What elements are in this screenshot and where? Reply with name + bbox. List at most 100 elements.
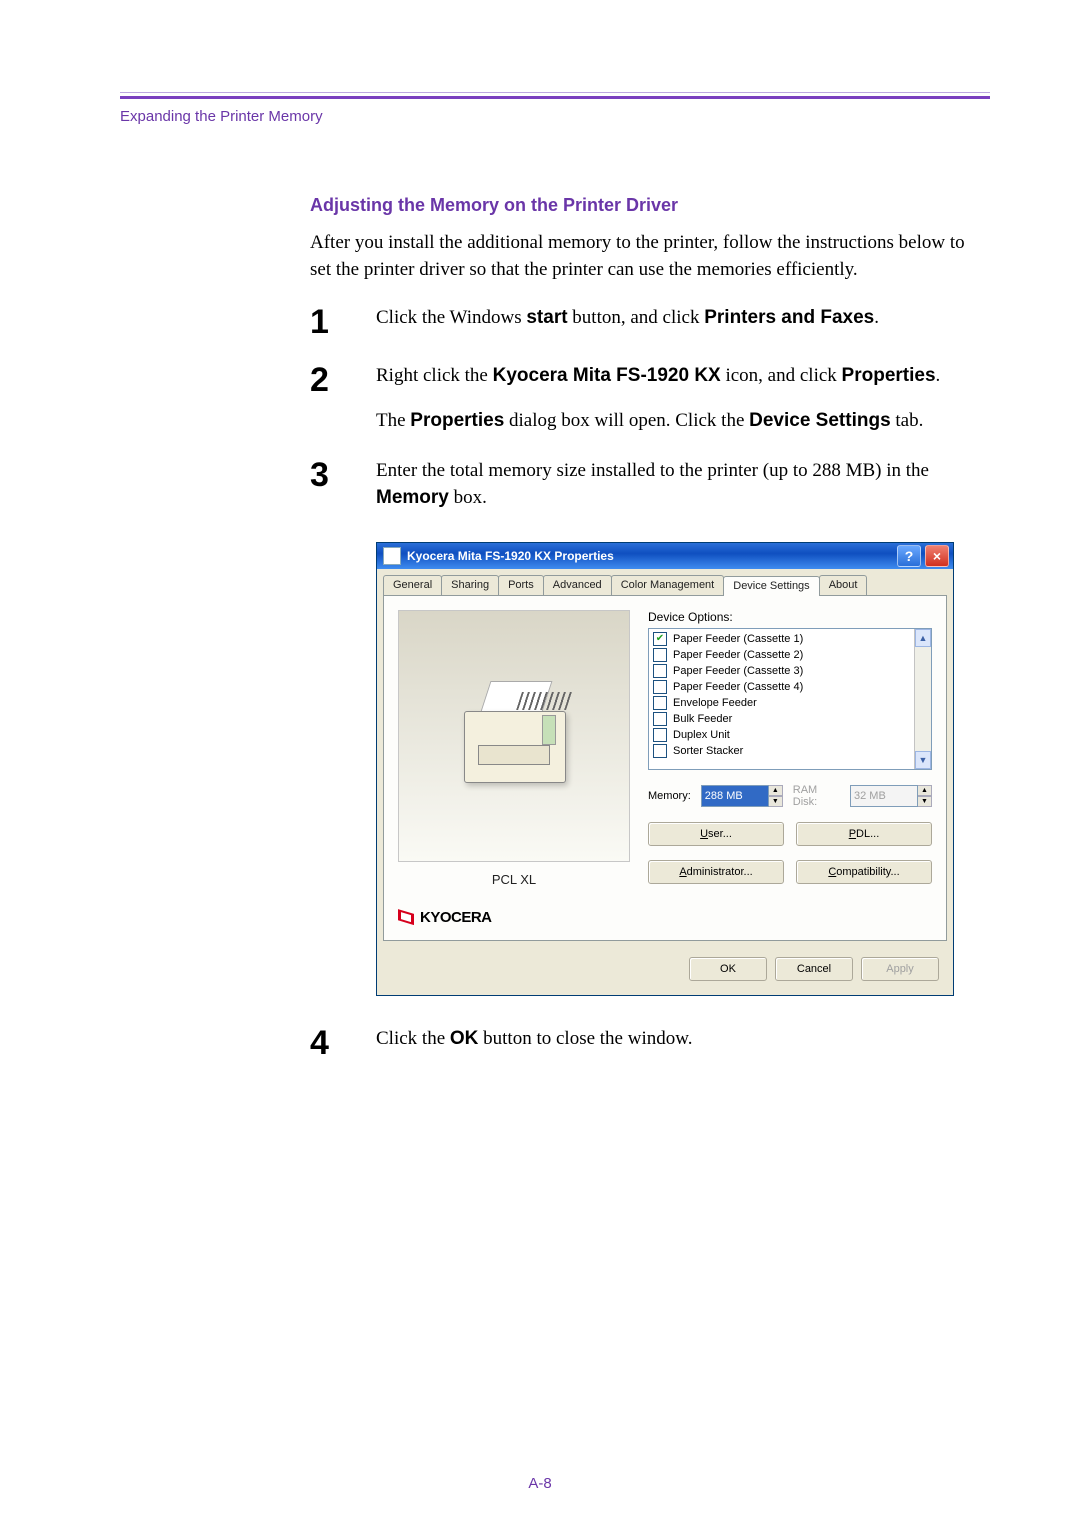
step-4-number: 4 [310, 1026, 360, 1060]
step-4-bold-ok: OK [450, 1028, 479, 1049]
scroll-down-icon[interactable]: ▼ [915, 751, 931, 769]
step-1-frag-c: button, and click [568, 307, 705, 328]
intro-paragraph: After you install the additional memory … [310, 230, 980, 283]
step-2-bold-prop: Properties [842, 365, 936, 386]
dialog-title: Kyocera Mita FS-1920 KX Properties [407, 549, 614, 563]
step-4-text: Click the OK button to close the window. [376, 1026, 980, 1053]
ok-button[interactable]: OK [689, 957, 767, 981]
step-3-frag-a: Enter the total memory size installed to… [376, 460, 929, 481]
step-1-frag-a: Click the Windows [376, 307, 526, 328]
help-button[interactable]: ? [897, 545, 921, 567]
checkbox-icon[interactable] [653, 632, 667, 646]
checkbox-icon[interactable] [653, 744, 667, 758]
spin-up-icon: ▲ [918, 785, 932, 796]
checkbox-icon[interactable] [653, 664, 667, 678]
tab-about[interactable]: About [819, 575, 868, 595]
step-2-frag-1a: Right click the [376, 365, 493, 386]
step-4-frag-c: button to close the window. [478, 1028, 692, 1049]
option-duplex-unit[interactable]: Duplex Unit [653, 727, 910, 743]
option-label: Paper Feeder (Cassette 1) [673, 633, 803, 645]
compatibility-button[interactable]: Compatibility...Compatibility... [796, 860, 932, 884]
tab-advanced[interactable]: Advanced [543, 575, 612, 595]
kyocera-logo: KYOCERA [398, 909, 630, 926]
page-number: A-8 [0, 1475, 1080, 1492]
checkbox-icon[interactable] [653, 712, 667, 726]
close-button[interactable]: × [925, 545, 949, 567]
step-3-bold-mem: Memory [376, 487, 449, 508]
step-1-bold-pf: Printers and Faxes [704, 307, 874, 328]
printer-preview [398, 610, 630, 862]
step-2-text: Right click the Kyocera Mita FS-1920 KX … [376, 363, 980, 434]
breadcrumb: Expanding the Printer Memory [120, 108, 990, 125]
step-3-number: 3 [310, 458, 360, 492]
tab-sharing[interactable]: Sharing [441, 575, 499, 595]
apply-button[interactable]: Apply [861, 957, 939, 981]
step-2-number: 2 [310, 363, 360, 397]
step-2-frag-2e: tab. [891, 410, 924, 431]
option-cassette-4[interactable]: Paper Feeder (Cassette 4) [653, 679, 910, 695]
step-2-frag-2a: The [376, 410, 410, 431]
option-sorter-stacker[interactable]: Sorter Stacker [653, 743, 910, 759]
option-bulk-feeder[interactable]: Bulk Feeder [653, 711, 910, 727]
properties-dialog: Kyocera Mita FS-1920 KX Properties ? × G… [376, 542, 954, 996]
checkbox-icon[interactable] [653, 648, 667, 662]
checkbox-icon[interactable] [653, 680, 667, 694]
ramdisk-label: RAM Disk: [793, 784, 840, 808]
option-label: Duplex Unit [673, 729, 730, 741]
options-column: Device Options: Paper Feeder (Cassette 1… [648, 610, 932, 926]
option-cassette-1[interactable]: Paper Feeder (Cassette 1) [653, 631, 910, 647]
step-2-frag-2c: dialog box will open. Click the [504, 410, 749, 431]
pcl-label: PCL XL [398, 872, 630, 887]
option-cassette-2[interactable]: Paper Feeder (Cassette 2) [653, 647, 910, 663]
option-label: Bulk Feeder [673, 713, 732, 725]
cancel-button[interactable]: Cancel [775, 957, 853, 981]
user-button[interactable]: UUser...ser... [648, 822, 784, 846]
tab-ports[interactable]: Ports [498, 575, 544, 595]
step-2-bold-model: Kyocera Mita FS-1920 KX [493, 365, 721, 386]
scrollbar[interactable]: ▲ ▼ [914, 629, 931, 769]
dialog-titlebar[interactable]: Kyocera Mita FS-1920 KX Properties ? × [377, 543, 953, 569]
tab-strip: General Sharing Ports Advanced Color Man… [377, 569, 953, 595]
option-envelope-feeder[interactable]: Envelope Feeder [653, 695, 910, 711]
option-label: Paper Feeder (Cassette 4) [673, 681, 803, 693]
step-1-bold-start: start [526, 307, 567, 328]
checkbox-icon[interactable] [653, 696, 667, 710]
step-3-frag-c: box. [449, 487, 487, 508]
step-2-bold-prop2: Properties [410, 410, 504, 431]
memory-spinner[interactable]: ▲▼ [701, 785, 783, 807]
tab-device-settings[interactable]: Device Settings [723, 576, 819, 596]
spin-down-icon: ▼ [918, 796, 932, 807]
ramdisk-input [850, 785, 918, 807]
dialog-footer: OK Cancel Apply [377, 947, 953, 995]
spin-down-icon[interactable]: ▼ [769, 796, 783, 807]
scroll-up-icon[interactable]: ▲ [915, 629, 931, 647]
memory-label: Memory: [648, 790, 691, 802]
spin-up-icon[interactable]: ▲ [769, 785, 783, 796]
printer-icon [383, 547, 401, 565]
device-settings-panel: PCL XL KYOCERA Device Options: Paper Fee… [383, 595, 947, 941]
step-2-frag-1c: icon, and click [721, 365, 842, 386]
step-1-number: 1 [310, 305, 360, 339]
option-label: Paper Feeder (Cassette 2) [673, 649, 803, 661]
tab-color-management[interactable]: Color Management [611, 575, 725, 595]
option-label: Sorter Stacker [673, 745, 743, 757]
memory-input[interactable] [701, 785, 769, 807]
step-4-frag-a: Click the [376, 1028, 450, 1049]
step-2-bold-tab: Device Settings [749, 410, 891, 431]
tab-general[interactable]: General [383, 575, 442, 595]
step-1-text: Click the Windows start button, and clic… [376, 305, 980, 332]
administrator-button[interactable]: Administrator...Administrator... [648, 860, 784, 884]
device-options-label: Device Options: [648, 610, 932, 624]
section-title: Adjusting the Memory on the Printer Driv… [310, 195, 980, 216]
kyocera-logo-icon [398, 909, 414, 925]
option-cassette-3[interactable]: Paper Feeder (Cassette 3) [653, 663, 910, 679]
step-2-frag-1e: . [936, 365, 941, 386]
checkbox-icon[interactable] [653, 728, 667, 742]
option-label: Paper Feeder (Cassette 3) [673, 665, 803, 677]
step-1-frag-e: . [874, 307, 879, 328]
pdl-button[interactable]: PDL...PDL... [796, 822, 932, 846]
ramdisk-spinner: ▲▼ [850, 785, 932, 807]
step-3-text: Enter the total memory size installed to… [376, 458, 980, 511]
device-options-list[interactable]: Paper Feeder (Cassette 1) Paper Feeder (… [648, 628, 932, 770]
preview-column: PCL XL KYOCERA [398, 610, 630, 926]
